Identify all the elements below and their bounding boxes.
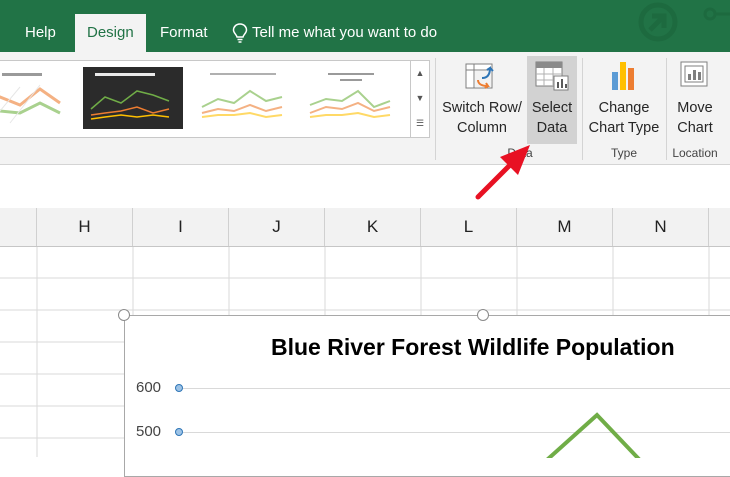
column-header-i[interactable]: I [133,208,229,246]
group-label-type: Type [610,146,637,160]
select-data-icon [535,61,569,91]
move-chart-icon [680,61,708,87]
column-header-h[interactable]: H [37,208,133,246]
gallery-scroll: ▲ ▼ ☰ [410,60,430,138]
tab-format[interactable]: Format [148,14,220,52]
ribbon-separator [435,58,436,160]
column-header-l[interactable]: L [421,208,517,246]
chart-styles-gallery [0,60,411,138]
change-chart-type-line1: Change [598,100,650,116]
ribbon-separator [582,58,583,160]
gallery-scroll-down-icon[interactable]: ▼ [411,86,429,111]
series-line [546,412,641,458]
column-header-o[interactable] [709,208,730,246]
red-arrow-annotation-icon [475,145,530,200]
switch-row-column-icon [465,63,494,89]
column-header-g[interactable] [0,208,37,246]
ribbon-tab-bar: Help Design Format Tell me what you want… [0,0,730,52]
select-data-line1: Select [531,100,573,116]
design-ribbon: ▲ ▼ ☰ Switch Row/ Column Select Data Cha… [0,52,730,165]
tab-design[interactable]: Design [75,14,146,52]
tell-me-search[interactable]: Tell me what you want to do [232,14,437,52]
gallery-scroll-up-icon[interactable]: ▲ [411,61,429,86]
chart-style-thumbnail-2[interactable] [83,67,183,129]
select-data-button[interactable]: Select Data [527,56,577,144]
column-headers: H I J K L M N [0,208,730,247]
column-header-m[interactable]: M [517,208,613,246]
lightbulb-icon [232,23,248,43]
column-header-k[interactable]: K [325,208,421,246]
column-header-j[interactable]: J [229,208,325,246]
column-header-n[interactable]: N [613,208,709,246]
chart-style-thumbnail-1[interactable] [0,67,80,129]
ribbon-separator [666,58,667,160]
gallery-more-icon[interactable]: ☰ [411,111,429,136]
chart-resize-handle[interactable] [477,309,489,321]
switch-row-column-button[interactable]: Switch Row/ Column [438,56,526,138]
formula-bar-area [0,165,730,209]
change-chart-type-line2: Chart Type [588,120,660,136]
change-chart-type-button[interactable]: Change Chart Type [585,56,663,138]
move-chart-line1: Move [677,100,713,116]
group-label-location: Location [672,146,718,160]
tell-me-label: Tell me what you want to do [252,24,438,41]
chart-style-thumbnail-4[interactable] [302,67,402,129]
change-chart-type-icon [612,62,634,90]
chart-resize-handle[interactable] [118,309,130,321]
embedded-line-chart[interactable]: Blue River Forest Wildlife Population 60… [124,315,730,477]
move-chart-button[interactable]: Move Chart [668,56,722,138]
chart-style-thumbnail-3[interactable] [196,67,296,129]
excel-watermark-icon [638,2,730,42]
tab-help[interactable]: Help [13,14,68,52]
move-chart-line2: Chart [677,120,713,136]
switch-row-column-line1: Switch Row/ [442,100,522,116]
